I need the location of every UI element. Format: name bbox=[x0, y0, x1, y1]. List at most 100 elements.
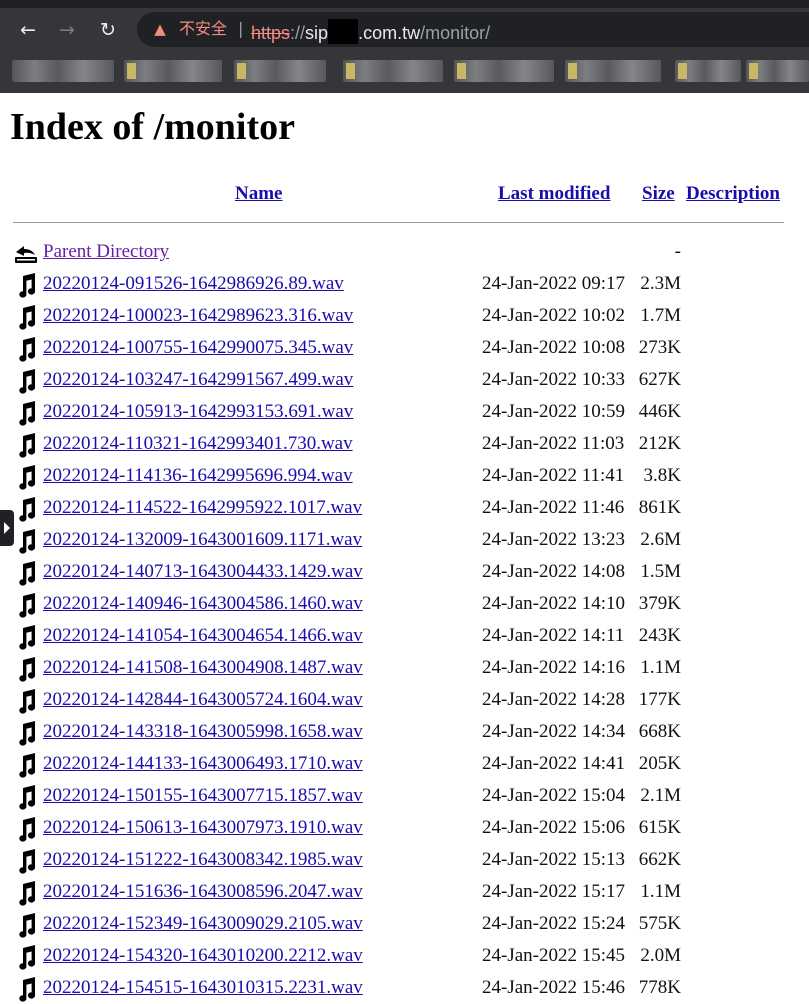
file-row: 20220124-154320-1643010200.2212.wav 24-Ja… bbox=[0, 940, 809, 972]
column-header-last-modified[interactable]: Last modified bbox=[498, 183, 610, 205]
column-header-name[interactable]: Name bbox=[235, 183, 282, 205]
file-row: 20220124-144133-1643006493.1710.wav 24-Ja… bbox=[0, 748, 809, 780]
file-link[interactable]: 20220124-140713-1643004433.1429.wav bbox=[43, 561, 363, 583]
audio-file-icon bbox=[19, 657, 36, 682]
url-separator: :// bbox=[290, 23, 306, 43]
file-row: 20220124-142844-1643005724.1604.wav 24-Ja… bbox=[0, 684, 809, 716]
file-link[interactable]: 20220124-142844-1643005724.1604.wav bbox=[43, 689, 363, 711]
file-link[interactable]: 20220124-150155-1643007715.1857.wav bbox=[43, 785, 363, 807]
file-size: 379K bbox=[638, 593, 681, 614]
file-size: 446K bbox=[638, 401, 681, 422]
file-link[interactable]: 20220124-100755-1642990075.345.wav bbox=[43, 337, 353, 359]
bookmark-item[interactable] bbox=[124, 60, 222, 82]
file-modified: 24-Jan-2022 10:33 bbox=[482, 369, 626, 390]
file-link[interactable]: 20220124-152349-1643009029.2105.wav bbox=[43, 913, 363, 935]
file-modified: 24-Jan-2022 14:08 bbox=[482, 561, 626, 582]
audio-file-icon bbox=[19, 721, 36, 746]
file-row: 20220124-114522-1642995922.1017.wav 24-Ja… bbox=[0, 492, 809, 524]
file-row: 20220124-103247-1642991567.499.wav 24-Jan… bbox=[0, 364, 809, 396]
file-link[interactable]: 20220124-114136-1642995696.994.wav bbox=[43, 465, 353, 487]
file-link[interactable]: 20220124-151222-1643008342.1985.wav bbox=[43, 849, 363, 871]
bookmark-favicon bbox=[749, 63, 758, 79]
file-link[interactable]: 20220124-132009-1643001609.1171.wav bbox=[43, 529, 362, 551]
file-size: 2.3M bbox=[640, 273, 681, 294]
forward-arrow-icon[interactable]: → bbox=[53, 16, 81, 44]
audio-file-icon bbox=[19, 849, 36, 874]
audio-file-icon bbox=[19, 401, 36, 426]
file-link[interactable]: 20220124-110321-1642993401.730.wav bbox=[43, 433, 353, 455]
audio-file-icon bbox=[19, 305, 36, 330]
audio-file-icon bbox=[19, 273, 36, 298]
file-modified: 24-Jan-2022 14:10 bbox=[482, 593, 626, 614]
audio-file-icon bbox=[19, 977, 36, 1002]
audio-file-icon bbox=[19, 369, 36, 394]
reload-icon[interactable]: ↻ bbox=[94, 16, 122, 44]
warning-icon[interactable]: ▲ bbox=[151, 19, 169, 39]
file-size: 662K bbox=[638, 849, 681, 870]
file-modified: 24-Jan-2022 13:23 bbox=[482, 529, 626, 550]
file-link[interactable]: 20220124-141508-1643004908.1487.wav bbox=[43, 657, 363, 679]
audio-file-icon bbox=[19, 561, 36, 586]
audio-file-icon bbox=[19, 465, 36, 490]
url-host-end: .com.tw bbox=[358, 23, 421, 43]
file-row: 20220124-143318-1643005998.1658.wav 24-Ja… bbox=[0, 716, 809, 748]
bookmark-favicon bbox=[678, 63, 687, 79]
file-link[interactable]: 20220124-144133-1643006493.1710.wav bbox=[43, 753, 363, 775]
file-modified: 24-Jan-2022 15:04 bbox=[482, 785, 626, 806]
file-row: 20220124-150155-1643007715.1857.wav 24-Ja… bbox=[0, 780, 809, 812]
file-link[interactable]: 20220124-151636-1643008596.2047.wav bbox=[43, 881, 363, 903]
bookmark-item[interactable] bbox=[746, 60, 809, 82]
tab-strip bbox=[0, 0, 809, 8]
file-modified: 24-Jan-2022 14:41 bbox=[482, 753, 626, 774]
bookmark-item[interactable] bbox=[454, 60, 554, 82]
file-link[interactable]: 20220124-150613-1643007973.1910.wav bbox=[43, 817, 363, 839]
audio-file-icon bbox=[19, 337, 36, 362]
bookmark-item[interactable] bbox=[675, 60, 741, 82]
file-row: 20220124-114136-1642995696.994.wav 24-Jan… bbox=[0, 460, 809, 492]
file-link[interactable]: 20220124-141054-1643004654.1466.wav bbox=[43, 625, 363, 647]
sidebar-toggle[interactable] bbox=[0, 510, 14, 546]
file-link[interactable]: 20220124-105913-1642993153.691.wav bbox=[43, 401, 353, 423]
back-folder-icon bbox=[15, 246, 37, 263]
address-bar[interactable]: ▲ 不安全 | https://sip .com.tw/monitor/ bbox=[137, 12, 809, 47]
file-size: 205K bbox=[638, 753, 681, 774]
bookmark-item[interactable] bbox=[234, 60, 326, 82]
file-size: 177K bbox=[638, 689, 681, 710]
audio-file-icon bbox=[19, 529, 36, 554]
file-modified: 24-Jan-2022 14:34 bbox=[482, 721, 626, 742]
file-modified: 24-Jan-2022 15:46 bbox=[482, 977, 626, 998]
file-row: 20220124-152349-1643009029.2105.wav 24-Ja… bbox=[0, 908, 809, 940]
bookmark-item[interactable] bbox=[565, 60, 661, 82]
file-link[interactable]: 20220124-154515-1643010315.2231.wav bbox=[43, 977, 363, 999]
audio-file-icon bbox=[19, 497, 36, 522]
file-link[interactable]: 20220124-114522-1642995922.1017.wav bbox=[43, 497, 362, 519]
file-link[interactable]: 20220124-154320-1643010200.2212.wav bbox=[43, 945, 363, 967]
file-modified: 24-Jan-2022 10:02 bbox=[482, 305, 626, 326]
audio-file-icon bbox=[19, 689, 36, 714]
file-link[interactable]: 20220124-103247-1642991567.499.wav bbox=[43, 369, 353, 391]
file-link[interactable]: 20220124-100023-1642989623.316.wav bbox=[43, 305, 353, 327]
security-indicator[interactable]: 不安全 bbox=[179, 19, 227, 39]
url-text[interactable]: https://sip .com.tw/monitor/ bbox=[251, 19, 490, 44]
file-modified: 24-Jan-2022 15:06 bbox=[482, 817, 626, 838]
audio-file-icon bbox=[19, 785, 36, 810]
url-host-start: sip bbox=[305, 23, 329, 43]
column-header-description[interactable]: Description bbox=[686, 183, 780, 205]
bookmark-item[interactable] bbox=[343, 60, 443, 82]
file-link[interactable]: 20220124-140946-1643004586.1460.wav bbox=[43, 593, 363, 615]
bookmarks-bar bbox=[0, 55, 809, 87]
parent-directory-link[interactable]: Parent Directory bbox=[43, 241, 169, 263]
file-modified: 24-Jan-2022 09:17 bbox=[482, 273, 626, 294]
file-link[interactable]: 20220124-091526-1642986926.89.wav bbox=[43, 273, 344, 295]
file-size: 627K bbox=[638, 369, 681, 390]
back-arrow-icon[interactable]: ← bbox=[14, 16, 42, 44]
bookmark-item[interactable] bbox=[12, 60, 114, 82]
file-link[interactable]: 20220124-143318-1643005998.1658.wav bbox=[43, 721, 363, 743]
audio-file-icon bbox=[19, 881, 36, 906]
redaction-box bbox=[328, 19, 359, 44]
file-modified: 24-Jan-2022 14:11 bbox=[482, 625, 625, 646]
file-size: 212K bbox=[638, 433, 681, 454]
file-row: 20220124-140713-1643004433.1429.wav 24-Ja… bbox=[0, 556, 809, 588]
column-header-size[interactable]: Size bbox=[642, 183, 675, 205]
bookmark-favicon bbox=[237, 63, 246, 79]
